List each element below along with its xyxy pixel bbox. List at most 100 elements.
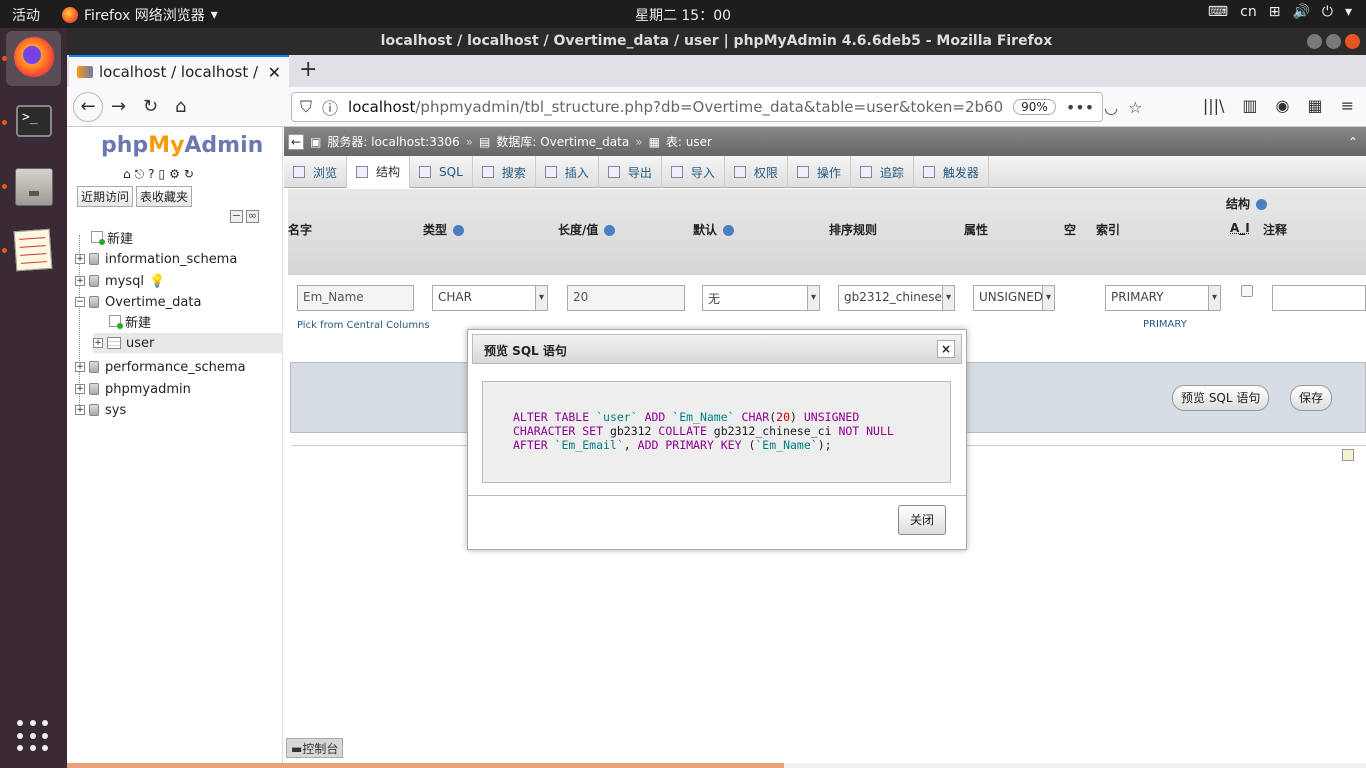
account-icon[interactable]: ◉ <box>1276 96 1290 115</box>
expand-icon[interactable]: + <box>75 276 85 286</box>
link-icon[interactable]: ∞ <box>246 210 259 223</box>
save-button[interactable]: 保存 <box>1290 385 1333 411</box>
preview-sql-dialog: 预览 SQL 语句 × ALTER TABLE `user` ADD `Em_N… <box>467 329 967 550</box>
wrench-icon <box>796 166 809 178</box>
tree-item-user[interactable]: + user <box>93 333 283 353</box>
tab-structure[interactable]: 结构 <box>347 156 411 188</box>
attributes-select[interactable]: UNSIGNED <box>973 285 1055 311</box>
tab-sql[interactable]: SQL <box>410 156 473 188</box>
close-window-button[interactable] <box>1345 34 1360 49</box>
default-select[interactable]: 无 <box>702 285 820 311</box>
app-menu[interactable]: Firefox 网络浏览器 ▾ <box>62 5 218 25</box>
breadcrumb-server[interactable]: 服务器: localhost:3306 <box>327 133 459 150</box>
browser-tab[interactable]: localhost / localhost / Ov ✕ <box>69 55 289 87</box>
tree-item-mysql[interactable]: + mysql 💡 <box>75 271 165 291</box>
dock-firefox[interactable] <box>6 31 61 86</box>
expand-icon[interactable]: + <box>75 384 85 394</box>
favorites-tab[interactable]: 表收藏夹 <box>136 186 193 207</box>
breadcrumb-table[interactable]: 表: user <box>666 133 712 150</box>
dialog-close-icon[interactable]: × <box>937 340 955 358</box>
tab-import[interactable]: 导入 <box>662 156 725 188</box>
forward-button[interactable]: → <box>111 96 126 117</box>
system-tray[interactable]: ⌨ cn ⊞ 🔊 ⏻ ▾ <box>1208 4 1352 20</box>
tab-triggers[interactable]: 触发器 <box>914 156 989 188</box>
tab-insert[interactable]: 插入 <box>536 156 599 188</box>
console-toggle[interactable]: ▬控制台 <box>286 738 344 758</box>
expand-icon[interactable]: + <box>75 254 85 264</box>
dialog-close-button[interactable]: 关闭 <box>898 505 946 535</box>
sidebar-icon[interactable]: ▥ <box>1242 96 1257 115</box>
preview-sql-button[interactable]: 预览 SQL 语句 <box>1172 385 1270 411</box>
back-button[interactable]: ← <box>73 92 103 122</box>
tab-operations[interactable]: 操作 <box>788 156 851 188</box>
show-applications-icon[interactable] <box>17 720 49 752</box>
toggle-navigation-icon[interactable]: ← <box>288 133 304 150</box>
expand-icon[interactable]: + <box>93 338 103 348</box>
tree-item-performance-schema[interactable]: + performance_schema <box>75 357 246 377</box>
help-icon[interactable] <box>453 225 465 236</box>
comment-input[interactable] <box>1272 285 1366 311</box>
library-icon[interactable]: |||\ <box>1203 96 1225 115</box>
sql-line-1: ALTER TABLE `user` ADD `Em_Name` CHAR(20… <box>513 410 860 424</box>
home-button[interactable]: ⌂ <box>175 96 186 117</box>
breadcrumb-database[interactable]: 数据库: Overtime_data <box>496 133 629 150</box>
menu-icon[interactable]: ≡ <box>1341 96 1354 115</box>
expand-icon[interactable]: + <box>75 405 85 415</box>
zoom-indicator[interactable]: 90% <box>1013 99 1056 115</box>
shield-icon[interactable]: ⛉ <box>300 97 312 117</box>
tree-item-new[interactable]: 新建 <box>91 227 133 247</box>
logout-icon[interactable]: ⎋ <box>135 167 145 182</box>
info-icon[interactable]: ⓘ <box>322 95 338 119</box>
bookmark-star-icon[interactable]: ☆ <box>1128 98 1142 117</box>
auto-increment-checkbox[interactable] <box>1241 285 1253 297</box>
recent-tab[interactable]: 近期访问 <box>77 186 134 207</box>
length-input[interactable]: 20 <box>567 285 685 311</box>
page-actions-icon[interactable]: ••• <box>1066 98 1094 117</box>
activities-button[interactable]: 活动 <box>12 5 40 25</box>
central-columns-link[interactable]: Pick from Central Columns <box>297 320 430 331</box>
dock-files[interactable] <box>6 159 61 214</box>
dock-terminal[interactable]: >_ <box>6 95 61 150</box>
type-select[interactable]: CHAR <box>432 285 548 311</box>
tab-search[interactable]: 搜索 <box>473 156 536 188</box>
minimize-button[interactable] <box>1307 34 1322 49</box>
index-select[interactable]: PRIMARY <box>1105 285 1221 311</box>
expand-icon[interactable]: + <box>75 362 85 372</box>
column-name-input[interactable]: Em_Name <box>297 285 414 311</box>
tree-item-overtime-data[interactable]: − Overtime_data <box>75 292 201 312</box>
clock[interactable]: 星期二 15：00 <box>635 8 731 24</box>
new-tab-button[interactable]: + <box>299 57 317 82</box>
running-indicator <box>2 56 7 61</box>
tab-export[interactable]: 导出 <box>599 156 662 188</box>
close-tab-icon[interactable]: ✕ <box>268 63 281 82</box>
help-icon[interactable] <box>604 225 616 236</box>
tree-item-sys[interactable]: + sys <box>75 400 126 420</box>
extensions-icon[interactable]: ▦ <box>1307 96 1322 115</box>
url-bar[interactable]: ⛉ ⓘ localhost/phpmyadmin/tbl_structure.p… <box>291 92 1142 122</box>
home-icon[interactable]: ⌂ <box>123 167 131 182</box>
help-icon[interactable] <box>723 225 735 236</box>
tree-item-information-schema[interactable]: + information_schema <box>75 249 237 269</box>
reload-button[interactable]: ↻ <box>143 96 158 117</box>
refresh-icon[interactable]: ↻ <box>184 167 194 182</box>
settings-icon[interactable]: ⚙ <box>169 167 180 182</box>
docs-icon[interactable]: ▯ <box>159 167 166 182</box>
collapse-all-icon[interactable]: − <box>230 210 243 223</box>
collation-select[interactable]: gb2312_chinese_ci <box>838 285 955 311</box>
tab-browse[interactable]: 浏览 <box>284 156 348 188</box>
tab-tracking[interactable]: 追踪 <box>851 156 914 188</box>
tab-privileges[interactable]: 权限 <box>725 156 788 188</box>
collapse-icon[interactable]: − <box>75 297 85 307</box>
help-icon[interactable] <box>1256 199 1268 210</box>
scroll-up-icon[interactable]: ⌃ <box>1348 135 1358 149</box>
dock-text-editor[interactable] <box>6 223 61 278</box>
browse-icon <box>293 166 305 178</box>
notes-icon[interactable] <box>1342 449 1354 461</box>
search-icon <box>481 166 494 178</box>
maximize-button[interactable] <box>1326 34 1341 49</box>
tree-item-new-table[interactable]: 新建 <box>109 311 151 331</box>
phpmyadmin-logo[interactable]: phpMyAdmin <box>101 133 263 158</box>
tree-item-phpmyadmin[interactable]: + phpmyadmin <box>75 379 191 399</box>
pocket-icon[interactable]: ◡ <box>1104 98 1118 117</box>
help-icon[interactable]: ? <box>148 167 154 182</box>
